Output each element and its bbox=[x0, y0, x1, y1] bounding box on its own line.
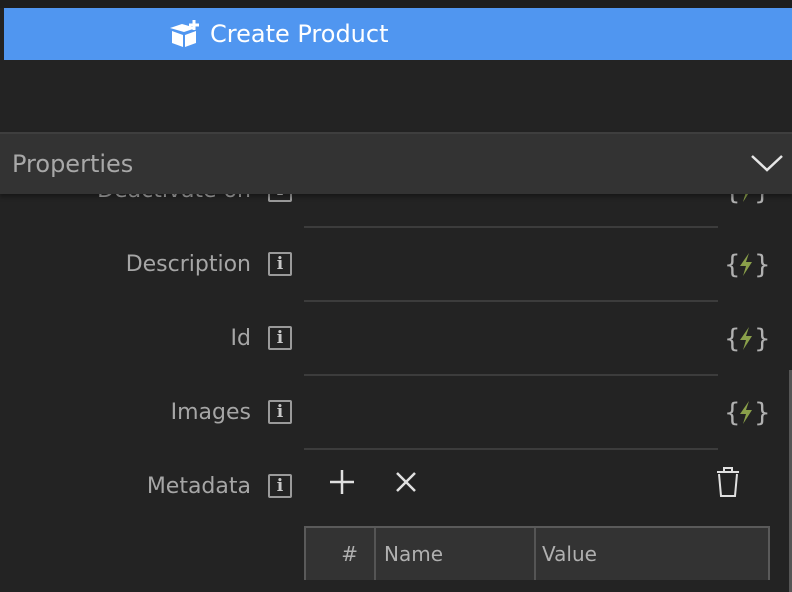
svg-text:{: { bbox=[724, 194, 741, 206]
create-product-label: Create Product bbox=[210, 20, 389, 48]
info-icon[interactable]: i bbox=[268, 400, 292, 424]
column-header-name: Name bbox=[376, 528, 536, 580]
property-label: Deactivate on bbox=[97, 194, 251, 228]
blank-area bbox=[0, 60, 792, 132]
chevron-down-icon[interactable] bbox=[750, 152, 784, 174]
deactivate-on-field[interactable] bbox=[304, 194, 718, 228]
svg-text:}: } bbox=[754, 324, 768, 354]
property-row-images: Images i { } bbox=[0, 376, 792, 450]
description-field[interactable] bbox=[304, 228, 718, 302]
id-field[interactable] bbox=[304, 302, 718, 376]
svg-text:{: { bbox=[724, 324, 741, 354]
info-icon[interactable]: i bbox=[268, 194, 292, 202]
property-row-description: Description i { } bbox=[0, 228, 792, 302]
property-label: Images bbox=[170, 400, 251, 425]
metadata-table: # Name Value bbox=[304, 526, 770, 580]
create-product-action[interactable]: Create Product bbox=[4, 8, 792, 60]
info-icon[interactable]: i bbox=[268, 326, 292, 350]
properties-content: Deactivate on i { } Description i { } Id… bbox=[0, 194, 792, 592]
dynamic-value-icon[interactable]: { } bbox=[724, 394, 771, 430]
svg-text:}: } bbox=[754, 250, 768, 280]
svg-text:}: } bbox=[754, 194, 768, 206]
property-label: Id bbox=[230, 326, 251, 351]
properties-title: Properties bbox=[12, 150, 134, 178]
properties-header[interactable]: Properties bbox=[0, 132, 792, 194]
dynamic-value-icon[interactable]: { } bbox=[724, 246, 771, 282]
property-row-id: Id i { } bbox=[0, 302, 792, 376]
remove-row-button[interactable] bbox=[388, 464, 424, 500]
images-field[interactable] bbox=[304, 376, 718, 450]
property-label: Metadata bbox=[146, 474, 251, 499]
svg-text:{: { bbox=[724, 398, 741, 428]
dynamic-value-icon[interactable]: { } bbox=[724, 320, 771, 356]
info-icon[interactable]: i bbox=[268, 252, 292, 276]
dynamic-value-icon[interactable]: { } bbox=[724, 194, 771, 208]
table-header: # Name Value bbox=[306, 528, 768, 580]
add-row-button[interactable] bbox=[324, 464, 360, 500]
top-strip bbox=[0, 0, 792, 8]
info-icon[interactable]: i bbox=[268, 474, 292, 498]
svg-text:{: { bbox=[724, 250, 741, 280]
property-row-metadata: Metadata i bbox=[0, 450, 792, 524]
property-row-deactivate-on: Deactivate on i { } bbox=[0, 194, 792, 228]
svg-text:}: } bbox=[754, 398, 768, 428]
box-add-icon bbox=[168, 19, 202, 49]
trash-icon[interactable] bbox=[710, 464, 746, 500]
column-header-index: # bbox=[306, 528, 376, 580]
column-header-value: Value bbox=[542, 542, 597, 566]
property-label: Description bbox=[125, 252, 251, 277]
